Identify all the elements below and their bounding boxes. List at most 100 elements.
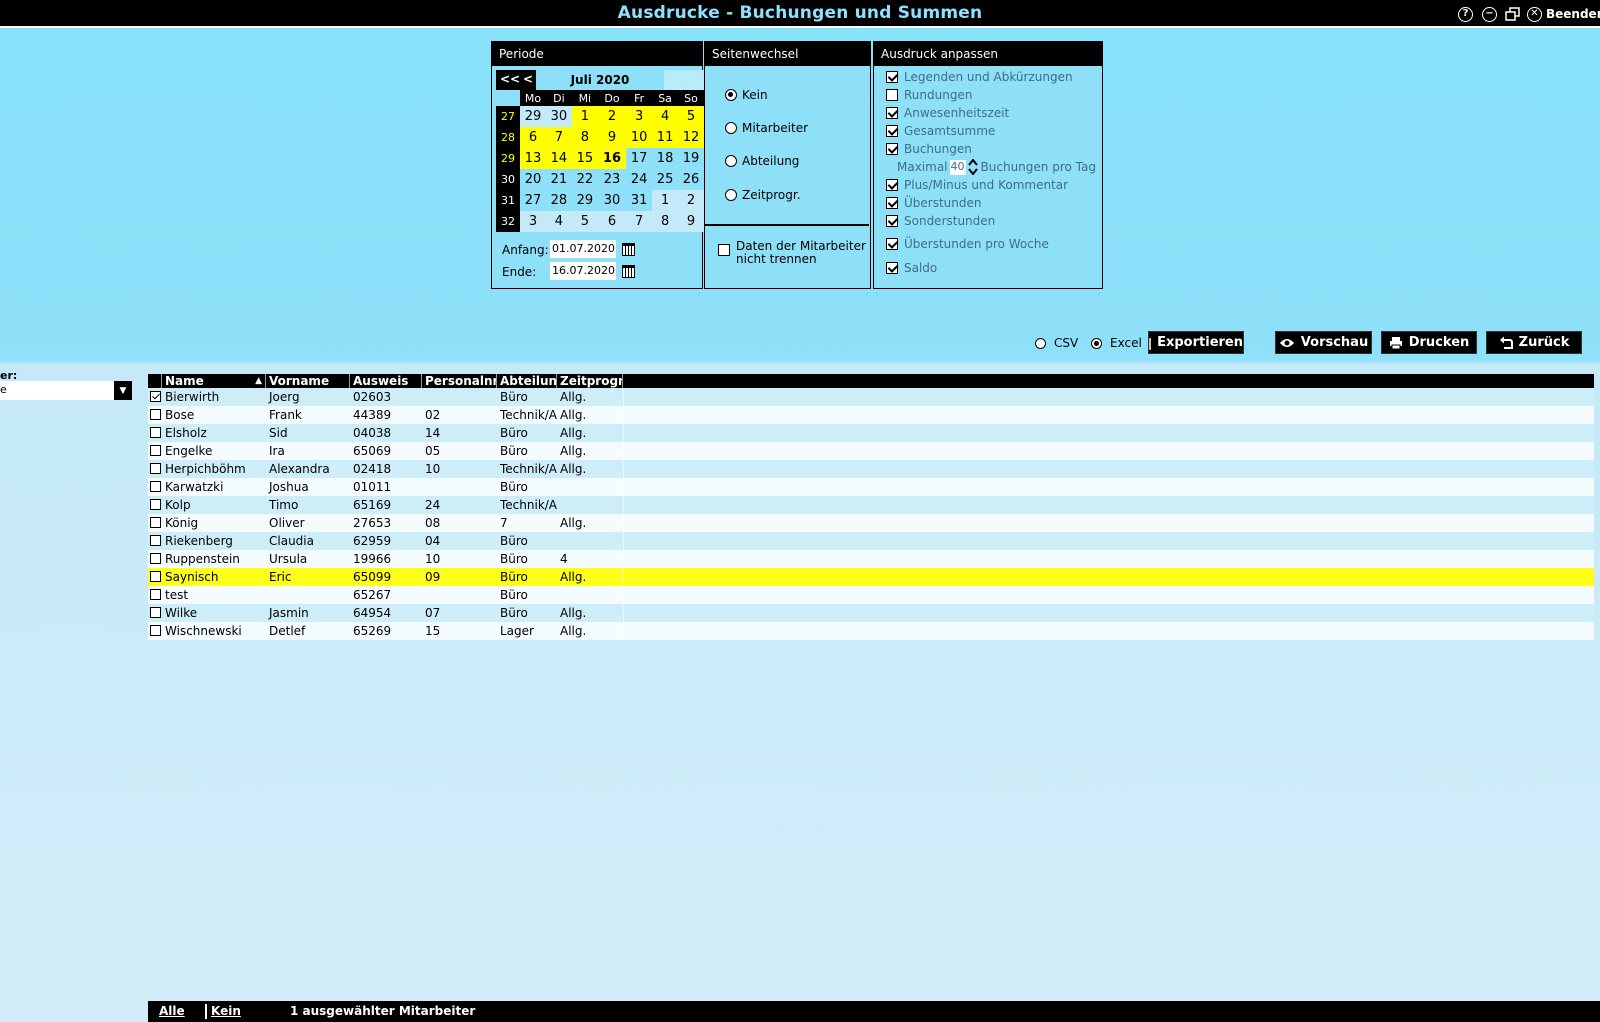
column-header-name[interactable]: Name ▲	[162, 374, 266, 388]
calendar-icon[interactable]	[622, 243, 635, 256]
row-checkbox[interactable]	[150, 481, 161, 492]
back-button[interactable]: Zurück	[1486, 331, 1582, 354]
select-all-link[interactable]: Alle	[159, 1004, 185, 1018]
chevron-down-icon[interactable]: ▼	[114, 381, 132, 400]
calendar-day[interactable]: 9	[678, 211, 704, 232]
week-number[interactable]: 31	[496, 190, 520, 211]
calendar-day[interactable]: 18	[652, 148, 679, 169]
table-row[interactable]: Saynisch Eric 65099 09 Büro Allg.	[148, 568, 1594, 586]
next-month-button[interactable]: >	[667, 72, 677, 86]
calendar-day[interactable]: 31	[626, 190, 653, 211]
calendar-day[interactable]: 14	[545, 148, 572, 169]
table-row[interactable]: test 65267 Büro	[148, 586, 1594, 604]
calendar-day[interactable]: 12	[678, 127, 704, 148]
calendar-day[interactable]: 3	[520, 211, 546, 232]
calendar-day[interactable]: 4	[652, 106, 679, 127]
row-checkbox[interactable]	[150, 553, 161, 564]
pagebreak-option-zeitprogr[interactable]: Zeitprogr.	[725, 188, 801, 202]
row-checkbox[interactable]	[150, 607, 161, 618]
pagebreak-option-abteilung[interactable]: Abteilung	[725, 154, 799, 168]
pagebreak-option-mitarbeiter[interactable]: Mitarbeiter	[725, 121, 808, 135]
start-date-input[interactable]: 01.07.2020	[550, 240, 616, 258]
row-checkbox[interactable]	[150, 625, 161, 636]
option-legenden[interactable]: Legenden und Abkürzungen	[886, 70, 1073, 84]
row-checkbox[interactable]	[150, 499, 161, 510]
row-checkbox[interactable]	[150, 535, 161, 546]
column-header-abteilung[interactable]: Abteilung	[497, 374, 557, 388]
week-number[interactable]: 32	[496, 211, 520, 232]
table-row[interactable]: Engelke Ira 65069 05 Büro Allg.	[148, 442, 1594, 460]
calendar-day[interactable]: 5	[571, 211, 598, 232]
preview-button[interactable]: Vorschau	[1275, 331, 1372, 354]
week-number[interactable]: 27	[496, 106, 520, 127]
calendar-day[interactable]: 30	[597, 190, 627, 211]
table-row[interactable]: Herpichböhm Alexandra 02418 10 Technik/AuAll…	[148, 460, 1594, 478]
no-split-checkbox[interactable]: Daten der Mitarbeiter nicht trennen	[718, 240, 866, 266]
row-checkbox[interactable]	[150, 589, 161, 600]
calendar-icon[interactable]	[622, 265, 635, 278]
table-row[interactable]: Wischnewski Detlef 65269 15 Lager Allg.	[148, 622, 1594, 640]
calendar-day[interactable]: 24	[626, 169, 653, 190]
row-checkbox[interactable]	[150, 463, 161, 474]
calendar-day[interactable]: 1	[571, 106, 598, 127]
close-button[interactable]: ✕ Beenden	[1527, 5, 1600, 23]
table-row[interactable]: Elsholz Sid 04038 14 Büro Allg.	[148, 424, 1594, 442]
calendar-day[interactable]: 26	[678, 169, 704, 190]
table-row[interactable]: Ruppenstein Ursula 19966 10 Büro 4	[148, 550, 1594, 568]
calendar-day[interactable]: 11	[652, 127, 679, 148]
week-number[interactable]: 29	[496, 148, 520, 169]
calendar-day[interactable]: 4	[545, 211, 572, 232]
table-row[interactable]: Karwatzki Joshua 01011 Büro	[148, 478, 1594, 496]
option-rundungen[interactable]: Rundungen	[886, 88, 972, 102]
calendar-day[interactable]: 23	[597, 169, 627, 190]
calendar-day[interactable]: 9	[597, 127, 627, 148]
calendar-day[interactable]: 10	[626, 127, 653, 148]
row-checkbox-checked[interactable]	[150, 391, 161, 402]
option-ueberstunden[interactable]: Überstunden	[886, 196, 982, 210]
print-button[interactable]: Drucken	[1381, 331, 1477, 354]
calendar-day[interactable]: 15	[571, 148, 598, 169]
table-row[interactable]: Bierwirth Joerg 02603 Büro Allg.	[148, 388, 1594, 406]
option-saldo[interactable]: Saldo	[886, 261, 937, 275]
column-header-personalnr[interactable]: Personalnr.	[422, 374, 497, 388]
max-bookings-input[interactable]: 40	[949, 159, 966, 175]
option-anwesenheitszeit[interactable]: Anwesenheitszeit	[886, 106, 1009, 120]
column-header-vorname[interactable]: Vorname	[266, 374, 350, 388]
select-none-link[interactable]: Kein	[211, 1004, 241, 1018]
week-number[interactable]: 30	[496, 169, 520, 190]
calendar-day[interactable]: 6	[520, 127, 546, 148]
format-csv-radio[interactable]: CSV	[1035, 336, 1078, 350]
calendar-day[interactable]: 25	[652, 169, 679, 190]
format-excel-radio[interactable]: Excel	[1091, 336, 1142, 350]
spinner-arrows-icon[interactable]	[967, 159, 978, 175]
row-checkbox[interactable]	[150, 427, 161, 438]
calendar-day[interactable]: 2	[597, 106, 627, 127]
row-checkbox[interactable]	[150, 517, 161, 528]
calendar-day[interactable]: 19	[678, 148, 704, 169]
calendar-day[interactable]: 27	[520, 190, 546, 211]
calendar-day[interactable]: 2	[678, 190, 704, 211]
row-checkbox[interactable]	[150, 571, 161, 582]
option-plusminus[interactable]: Plus/Minus und Kommentar	[886, 178, 1068, 192]
pagebreak-option-kein[interactable]: Kein	[725, 88, 768, 102]
calendar-day[interactable]: 7	[545, 127, 572, 148]
calendar-day[interactable]: 8	[571, 127, 598, 148]
help-button[interactable]: ?	[1458, 5, 1473, 23]
calendar-day[interactable]: 22	[571, 169, 598, 190]
option-ueberstunden-woche[interactable]: Überstunden pro Woche	[886, 237, 1049, 251]
minimize-button[interactable]: −	[1482, 5, 1497, 23]
calendar-day[interactable]: 7	[626, 211, 653, 232]
row-checkbox[interactable]	[150, 445, 161, 456]
calendar-day[interactable]: 28	[545, 190, 572, 211]
filter-dropdown[interactable]: e ▼	[0, 381, 132, 400]
restore-button[interactable]	[1505, 5, 1521, 23]
calendar-day[interactable]: 8	[652, 211, 679, 232]
calendar-day[interactable]: 30	[545, 106, 572, 127]
calendar-day[interactable]: 29	[520, 106, 546, 127]
column-header-ausweis[interactable]: Ausweis	[350, 374, 422, 388]
export-button[interactable]: Exportieren	[1148, 331, 1244, 354]
end-date-input[interactable]: 16.07.2020	[550, 262, 616, 280]
calendar-day[interactable]: 1	[652, 190, 679, 211]
row-checkbox[interactable]	[150, 409, 161, 420]
calendar-day[interactable]: 6	[597, 211, 627, 232]
